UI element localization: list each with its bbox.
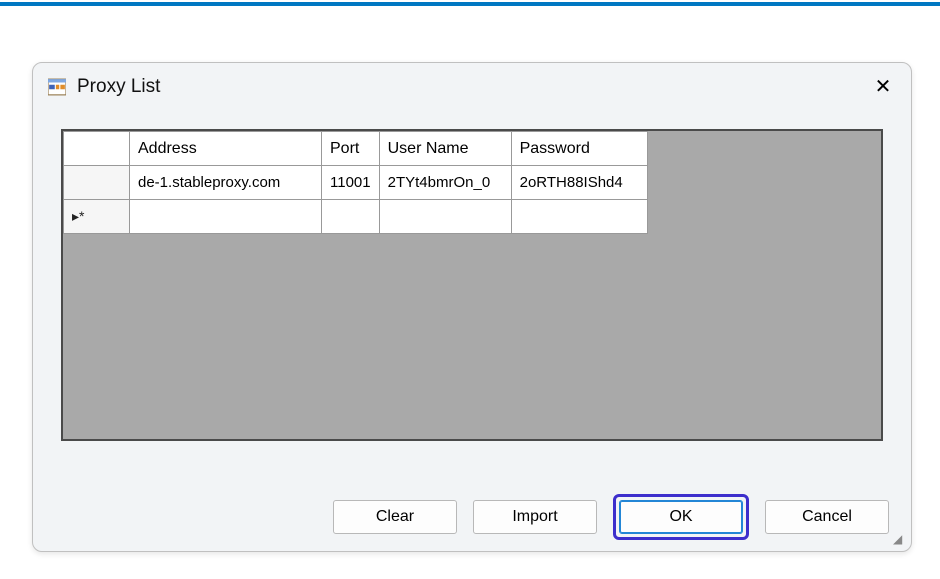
column-header-user[interactable]: User Name	[379, 132, 511, 166]
ok-button[interactable]: OK	[619, 500, 743, 534]
cell-port[interactable]	[322, 200, 380, 234]
dialog-body: Address Port User Name Password de-1.sta…	[33, 111, 911, 491]
port-input[interactable]	[330, 208, 371, 225]
close-button[interactable]: ✕	[865, 69, 901, 105]
app-icon	[47, 77, 67, 97]
proxy-grid[interactable]: Address Port User Name Password de-1.sta…	[63, 131, 648, 234]
row-header-corner	[64, 132, 130, 166]
column-header-password[interactable]: Password	[511, 132, 647, 166]
grid-header-row: Address Port User Name Password	[64, 132, 648, 166]
column-header-address[interactable]: Address	[130, 132, 322, 166]
cell-user[interactable]	[379, 200, 511, 234]
table-row-new[interactable]: ▸*	[64, 200, 648, 234]
dialog-footer: Clear Import OK Cancel ◢	[33, 491, 911, 551]
row-marker	[64, 166, 130, 200]
titlebar: Proxy List ✕	[33, 63, 911, 111]
close-icon: ✕	[875, 77, 892, 97]
resize-grip-icon[interactable]: ◢	[893, 533, 907, 547]
cell-password-active[interactable]	[511, 200, 647, 234]
cell-password[interactable]: 2oRTH88IShd4	[511, 166, 647, 200]
address-input[interactable]	[138, 208, 313, 225]
cell-address[interactable]	[130, 200, 322, 234]
import-button[interactable]: Import	[473, 500, 597, 534]
password-input[interactable]	[520, 208, 639, 225]
clear-button[interactable]: Clear	[333, 500, 457, 534]
ok-button-highlight: OK	[613, 494, 749, 540]
table-row[interactable]: de-1.stableproxy.com 11001 2TYt4bmrOn_0 …	[64, 166, 648, 200]
dialog-title: Proxy List	[77, 76, 160, 98]
cell-user[interactable]: 2TYt4bmrOn_0	[379, 166, 511, 200]
user-input[interactable]	[388, 208, 503, 225]
cell-address[interactable]: de-1.stableproxy.com	[130, 166, 322, 200]
row-marker: ▸*	[64, 200, 130, 234]
proxy-grid-panel: Address Port User Name Password de-1.sta…	[61, 129, 883, 441]
cell-port[interactable]: 11001	[322, 166, 380, 200]
top-accent-line	[0, 2, 940, 6]
column-header-port[interactable]: Port	[322, 132, 380, 166]
cancel-button[interactable]: Cancel	[765, 500, 889, 534]
proxy-list-dialog: Proxy List ✕ Address Port User Name Pass…	[32, 62, 912, 552]
